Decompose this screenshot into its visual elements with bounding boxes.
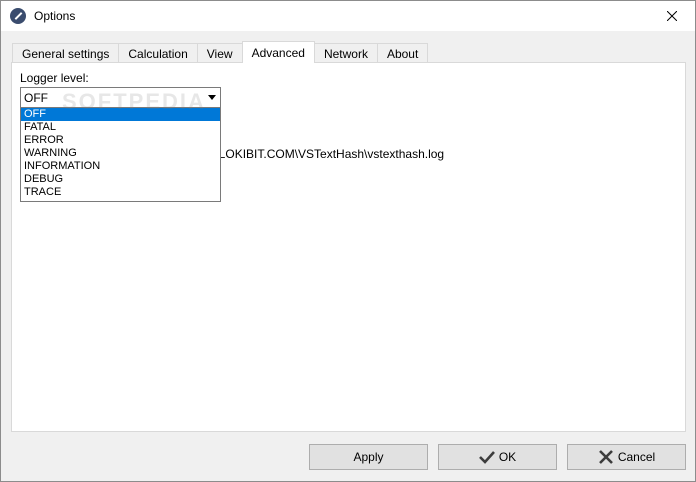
cancel-button[interactable]: Cancel: [567, 444, 686, 470]
tab-about[interactable]: About: [376, 43, 429, 63]
tab-general-settings[interactable]: General settings: [12, 43, 120, 63]
option-debug[interactable]: DEBUG: [21, 173, 220, 186]
checkmark-icon: [478, 451, 495, 464]
ok-button-label: OK: [498, 450, 517, 464]
dropdown-arrow-icon[interactable]: [204, 88, 220, 107]
cancel-button-label: Cancel: [617, 450, 656, 464]
logger-level-options: OFF FATAL ERROR WARNING INFORMATION DEBU…: [20, 107, 221, 202]
tab-calculation[interactable]: Calculation: [118, 43, 198, 63]
dialog-button-bar: Apply OK Cancel: [1, 433, 695, 481]
apply-button-label: Apply: [353, 450, 384, 464]
logger-level-select[interactable]: OFF: [20, 87, 221, 108]
options-window: Options General settings Calculation Vie…: [0, 0, 696, 482]
logger-level-value: OFF: [24, 90, 48, 105]
tab-view[interactable]: View: [196, 43, 243, 63]
option-warning[interactable]: WARNING: [21, 147, 220, 160]
option-error[interactable]: ERROR: [21, 134, 220, 147]
window-title: Options: [34, 9, 76, 23]
close-button[interactable]: [649, 1, 695, 31]
option-information[interactable]: INFORMATION: [21, 160, 220, 173]
advanced-panel: Logger level: OFF SOFTPEDIA OFF FATAL ER…: [11, 62, 686, 432]
tab-strip: General settings Calculation View Advanc…: [12, 41, 429, 63]
close-icon: [667, 11, 677, 21]
logger-level-label: Logger level:: [20, 71, 89, 85]
gauge-icon: [10, 8, 26, 24]
cancel-x-icon: [598, 450, 613, 464]
option-fatal[interactable]: FATAL: [21, 121, 220, 134]
option-off[interactable]: OFF: [21, 108, 220, 121]
tab-advanced[interactable]: Advanced: [241, 41, 315, 63]
title-bar[interactable]: Options: [1, 1, 695, 31]
log-file-path: ng\LOKIBIT.COM\VSTextHash\vstexthash.log: [202, 147, 445, 161]
ok-button[interactable]: OK: [438, 444, 557, 470]
option-trace[interactable]: TRACE: [21, 186, 220, 199]
tab-network[interactable]: Network: [313, 43, 378, 63]
apply-button[interactable]: Apply: [309, 444, 428, 470]
